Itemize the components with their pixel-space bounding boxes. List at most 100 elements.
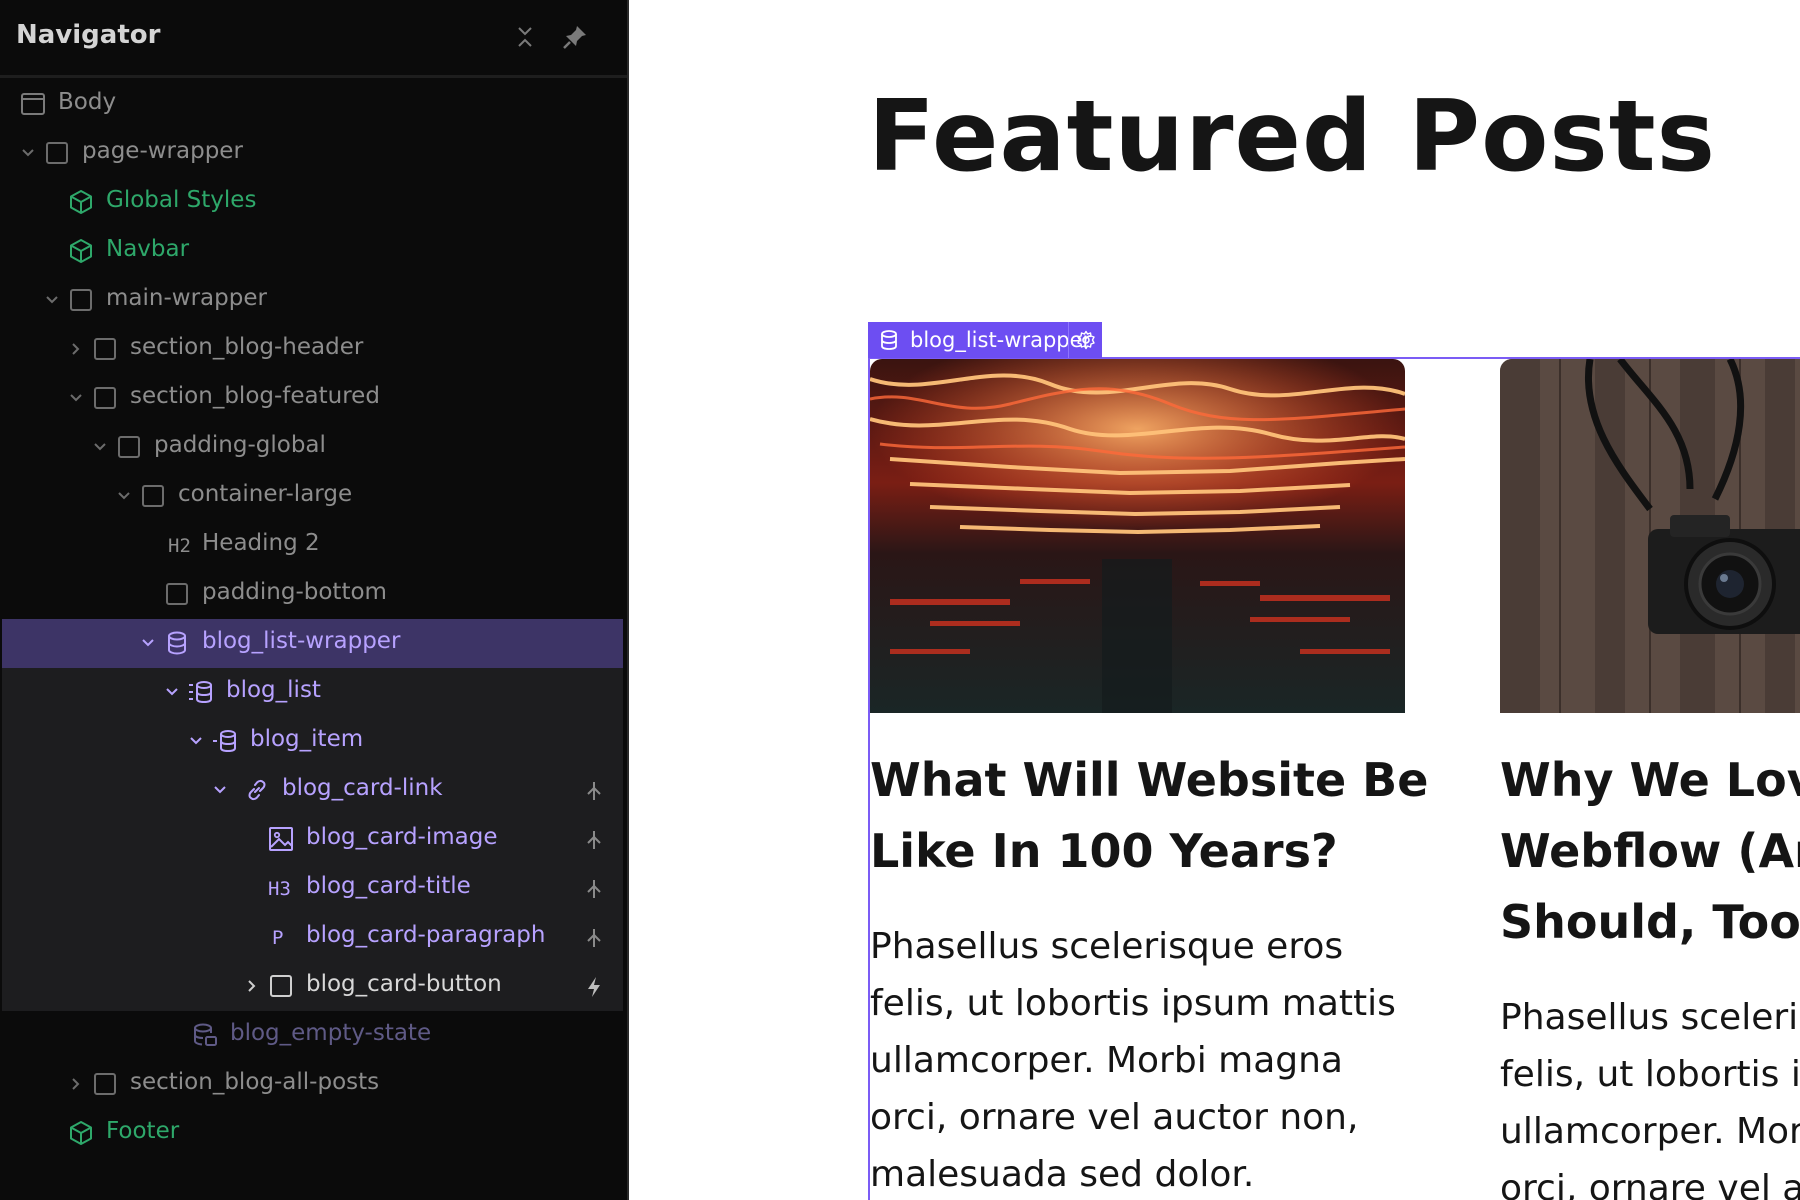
paragraph-line: ullamcorper. Morbi magna xyxy=(870,1040,1343,1081)
selected-element-tag[interactable]: blog_list-wrapper xyxy=(868,322,1102,358)
collection-list-icon xyxy=(189,681,212,704)
bind-field-icon[interactable] xyxy=(584,878,604,900)
paragraph-line: orci, ornare vel au xyxy=(1500,1168,1800,1200)
tree-item-section-blog-header[interactable]: section_blog-header xyxy=(2,325,623,374)
navigator-panel: Navigator Body page-wrapper Global Style… xyxy=(0,0,629,1200)
paragraph-line: Phasellus sceleris xyxy=(1500,997,1800,1038)
tree-item-blog-card-paragraph[interactable]: P blog_card-paragraph xyxy=(2,913,623,962)
tree-item-blog-item[interactable]: blog_item xyxy=(2,717,623,766)
bind-field-icon[interactable] xyxy=(584,927,604,949)
selected-element-label: blog_list-wrapper xyxy=(910,328,1092,352)
title-line: Like In 100 Years? xyxy=(870,824,1338,878)
tree-item-label: blog_card-button xyxy=(306,971,502,997)
tree-item-section-blog-all-posts[interactable]: section_blog-all-posts xyxy=(2,1060,623,1109)
tree-item-blog-card-title[interactable]: H3 blog_card-title xyxy=(2,864,623,913)
bind-field-icon[interactable] xyxy=(584,829,604,851)
tree-item-container-large[interactable]: container-large xyxy=(2,472,623,521)
navigator-header: Navigator xyxy=(0,0,627,78)
chevron-down-icon[interactable] xyxy=(42,290,62,310)
blog-card-title[interactable]: Why We Love Webflow (An Should, Too!) xyxy=(1500,745,1800,958)
tree-item-label: section_blog-all-posts xyxy=(130,1069,380,1095)
title-line: What Will Website Be xyxy=(870,753,1429,807)
component-icon xyxy=(70,1121,92,1145)
tree-item-main-wrapper[interactable]: main-wrapper xyxy=(2,276,623,325)
neon-lights-photo xyxy=(870,359,1405,713)
gear-icon xyxy=(1076,330,1095,350)
chevron-down-icon[interactable] xyxy=(66,388,86,408)
blog-card-paragraph[interactable]: Phasellus scelerisque eros felis, ut lob… xyxy=(870,918,1430,1200)
title-line: Webflow (An xyxy=(1500,824,1800,878)
tree-item-label: Heading 2 xyxy=(202,530,320,556)
h2-tag-icon: H2 xyxy=(168,535,191,557)
interaction-bolt-icon[interactable] xyxy=(584,976,604,998)
tree-item-label: Navbar xyxy=(106,236,190,262)
image-icon xyxy=(269,827,293,851)
chevron-right-icon[interactable] xyxy=(66,1074,86,1094)
collection-database-icon xyxy=(168,631,186,655)
component-icon xyxy=(70,239,92,263)
tree-item-global-styles[interactable]: Global Styles xyxy=(2,178,623,227)
div-block-icon xyxy=(118,436,140,458)
tree-item-label: blog_empty-state xyxy=(230,1020,432,1046)
body-icon xyxy=(21,93,45,115)
page-heading[interactable]: Featured Posts xyxy=(868,80,1716,194)
tree-item-label: padding-bottom xyxy=(202,579,387,605)
paragraph-tag-icon: P xyxy=(272,927,284,949)
tree-item-navbar[interactable]: Navbar xyxy=(2,227,623,276)
div-block-icon xyxy=(94,387,116,409)
tree-item-label: blog_card-link xyxy=(282,775,443,801)
tree-item-blog-card-link[interactable]: blog_card-link xyxy=(2,766,623,815)
chevron-down-icon[interactable] xyxy=(90,437,110,457)
tree-item-heading-2[interactable]: H2 Heading 2 xyxy=(2,521,623,570)
tree-item-label: blog_card-title xyxy=(306,873,471,899)
chevron-down-icon[interactable] xyxy=(186,731,206,751)
tree-item-label: padding-global xyxy=(154,432,326,458)
paragraph-line: felis, ut lobortis ipsum mattis xyxy=(870,983,1396,1024)
tree-item-label: Global Styles xyxy=(106,187,257,213)
paragraph-line: orci, ornare vel auctor non, xyxy=(870,1097,1359,1138)
chevron-down-icon[interactable] xyxy=(162,682,182,702)
blog-card-image[interactable] xyxy=(870,359,1405,713)
chevron-down-icon[interactable] xyxy=(18,143,38,163)
tree-item-footer[interactable]: Footer xyxy=(2,1109,623,1158)
chevron-down-icon[interactable] xyxy=(114,486,134,506)
title-line: Why We Love xyxy=(1500,753,1800,807)
design-canvas[interactable]: Featured Posts blog_list-wrapper What Wi… xyxy=(631,0,1800,1200)
bind-field-icon[interactable] xyxy=(584,780,604,802)
component-icon xyxy=(70,190,92,214)
tree-item-label: Footer xyxy=(106,1118,180,1144)
tree-item-label: main-wrapper xyxy=(106,285,267,311)
chevron-down-icon[interactable] xyxy=(138,633,158,653)
blog-card-image[interactable] xyxy=(1500,359,1800,713)
tree-item-label: blog_list xyxy=(226,677,321,703)
paragraph-line: ullamcorper. Mor xyxy=(1500,1111,1800,1152)
title-line: Should, Too!) xyxy=(1500,895,1800,949)
tree-item-page-wrapper[interactable]: page-wrapper xyxy=(2,129,623,178)
tree-item-body[interactable]: Body xyxy=(2,80,623,129)
tree-item-padding-global[interactable]: padding-global xyxy=(2,423,623,472)
tree-item-blog-list[interactable]: blog_list xyxy=(2,668,623,717)
pin-icon[interactable] xyxy=(560,22,590,52)
tree-item-label: section_blog-featured xyxy=(130,383,380,409)
tree-item-blog-list-wrapper[interactable]: blog_list-wrapper xyxy=(2,619,623,668)
element-settings-button[interactable] xyxy=(1068,322,1102,358)
chevron-down-icon[interactable] xyxy=(210,780,230,800)
blog-card-paragraph[interactable]: Phasellus sceleris felis, ut lobortis ip… xyxy=(1500,989,1800,1200)
link-icon xyxy=(248,779,266,801)
div-block-icon xyxy=(46,142,68,164)
collection-item-icon xyxy=(213,730,236,753)
blog-card-title[interactable]: What Will Website Be Like In 100 Years? xyxy=(870,745,1430,887)
navigator-title: Navigator xyxy=(16,20,161,50)
camera-photo xyxy=(1500,359,1800,713)
tree-item-section-blog-featured[interactable]: section_blog-featured xyxy=(2,374,623,423)
div-block-icon xyxy=(94,1073,116,1095)
tree-item-padding-bottom[interactable]: padding-bottom xyxy=(2,570,623,619)
chevron-right-icon[interactable] xyxy=(66,339,86,359)
tree-item-blog-empty-state[interactable]: blog_empty-state xyxy=(2,1011,623,1060)
div-block-icon xyxy=(94,338,116,360)
tree-item-blog-card-button[interactable]: blog_card-button xyxy=(2,962,623,1011)
chevron-right-icon[interactable] xyxy=(242,976,262,996)
div-block-icon xyxy=(166,583,188,605)
tree-item-blog-card-image[interactable]: blog_card-image xyxy=(2,815,623,864)
collapse-all-icon[interactable] xyxy=(510,22,540,52)
